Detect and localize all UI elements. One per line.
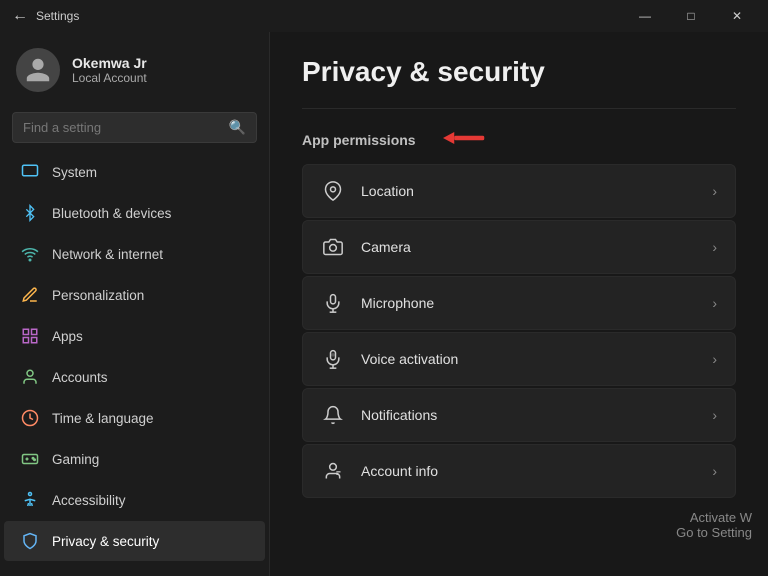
notifications-icon	[321, 403, 345, 427]
minimize-button[interactable]: —	[622, 0, 668, 32]
activate-watermark: Activate W Go to Setting	[676, 510, 752, 540]
search-input[interactable]	[23, 120, 221, 135]
location-icon	[321, 179, 345, 203]
sidebar-item-label-accessibility: Accessibility	[52, 493, 126, 508]
voice-activation-chevron: ›	[712, 351, 717, 367]
watermark-line2: Go to Setting	[676, 525, 752, 540]
page-title: Privacy & security	[302, 56, 736, 88]
account-info-icon	[321, 459, 345, 483]
title-divider	[302, 108, 736, 109]
sidebar-item-label-apps: Apps	[52, 329, 83, 344]
section-header: App permissions	[302, 127, 736, 152]
sidebar-item-label-privacy: Privacy & security	[52, 534, 159, 549]
window-controls: — □ ✕	[622, 0, 760, 32]
search-icon: 🔍	[229, 119, 246, 136]
account-info-chevron: ›	[712, 463, 717, 479]
accessibility-icon	[20, 490, 40, 510]
microphone-label: Microphone	[361, 295, 696, 311]
user-profile[interactable]: Okemwa Jr Local Account	[0, 32, 269, 108]
account-info-label: Account info	[361, 463, 696, 479]
sidebar-item-label-personalization: Personalization	[52, 288, 144, 303]
sidebar-item-label-time: Time & language	[52, 411, 154, 426]
sidebar-item-bluetooth[interactable]: Bluetooth & devices	[4, 193, 265, 233]
microphone-icon	[321, 291, 345, 315]
sidebar-item-personalization[interactable]: Personalization	[4, 275, 265, 315]
settings-item-voice-activation[interactable]: Voice activation ›	[302, 332, 736, 386]
system-icon	[20, 162, 40, 182]
network-icon	[20, 244, 40, 264]
user-name: Okemwa Jr	[72, 55, 147, 71]
settings-item-account-info[interactable]: Account info ›	[302, 444, 736, 498]
time-icon	[20, 408, 40, 428]
camera-label: Camera	[361, 239, 696, 255]
location-label: Location	[361, 183, 696, 199]
user-account-type: Local Account	[72, 71, 147, 85]
app-body: Okemwa Jr Local Account 🔍 System Bluetoo…	[0, 32, 768, 576]
back-arrow[interactable]: ←	[12, 7, 28, 25]
sidebar-item-label-system: System	[52, 165, 97, 180]
camera-chevron: ›	[712, 239, 717, 255]
title-bar-left: ← Settings	[12, 7, 79, 25]
sidebar-item-gaming[interactable]: Gaming	[4, 439, 265, 479]
apps-icon	[20, 326, 40, 346]
sidebar-item-label-bluetooth: Bluetooth & devices	[52, 206, 171, 221]
sidebar-item-system[interactable]: System	[4, 152, 265, 192]
windows-update-icon	[20, 572, 40, 576]
microphone-chevron: ›	[712, 295, 717, 311]
red-arrow-icon	[428, 127, 488, 152]
gaming-icon	[20, 449, 40, 469]
settings-item-camera[interactable]: Camera ›	[302, 220, 736, 274]
sidebar-item-label-gaming: Gaming	[52, 452, 99, 467]
section-label: App permissions	[302, 132, 416, 148]
voice-activation-label: Voice activation	[361, 351, 696, 367]
maximize-button[interactable]: □	[668, 0, 714, 32]
bluetooth-icon	[20, 203, 40, 223]
notifications-label: Notifications	[361, 407, 696, 423]
sidebar-item-accessibility[interactable]: Accessibility	[4, 480, 265, 520]
avatar	[16, 48, 60, 92]
sidebar: Okemwa Jr Local Account 🔍 System Bluetoo…	[0, 32, 270, 576]
sidebar-item-privacy[interactable]: Privacy & security	[4, 521, 265, 561]
camera-icon	[321, 235, 345, 259]
sidebar-item-network[interactable]: Network & internet	[4, 234, 265, 274]
sidebar-item-label-network: Network & internet	[52, 247, 163, 262]
settings-item-microphone[interactable]: Microphone ›	[302, 276, 736, 330]
sidebar-item-accounts[interactable]: Accounts	[4, 357, 265, 397]
title-bar: ← Settings — □ ✕	[0, 0, 768, 32]
arrow-svg	[428, 127, 488, 149]
close-button[interactable]: ✕	[714, 0, 760, 32]
settings-item-location[interactable]: Location ›	[302, 164, 736, 218]
accounts-icon	[20, 367, 40, 387]
voice-activation-icon	[321, 347, 345, 371]
user-info: Okemwa Jr Local Account	[72, 55, 147, 85]
sidebar-item-time[interactable]: Time & language	[4, 398, 265, 438]
sidebar-item-apps[interactable]: Apps	[4, 316, 265, 356]
app-title: Settings	[36, 9, 79, 23]
user-icon	[24, 56, 52, 84]
personalization-icon	[20, 285, 40, 305]
sidebar-item-windows-update[interactable]: Windows Update	[4, 562, 265, 576]
settings-item-notifications[interactable]: Notifications ›	[302, 388, 736, 442]
location-chevron: ›	[712, 183, 717, 199]
notifications-chevron: ›	[712, 407, 717, 423]
settings-list: Location › Camera › Microphone ›	[302, 164, 736, 498]
privacy-icon	[20, 531, 40, 551]
search-box[interactable]: 🔍	[12, 112, 257, 143]
sidebar-item-label-accounts: Accounts	[52, 370, 108, 385]
watermark-line1: Activate W	[676, 510, 752, 525]
nav-list: System Bluetooth & devices Network & int…	[0, 151, 269, 576]
main-panel: Privacy & security App permissions Locat…	[270, 32, 768, 576]
